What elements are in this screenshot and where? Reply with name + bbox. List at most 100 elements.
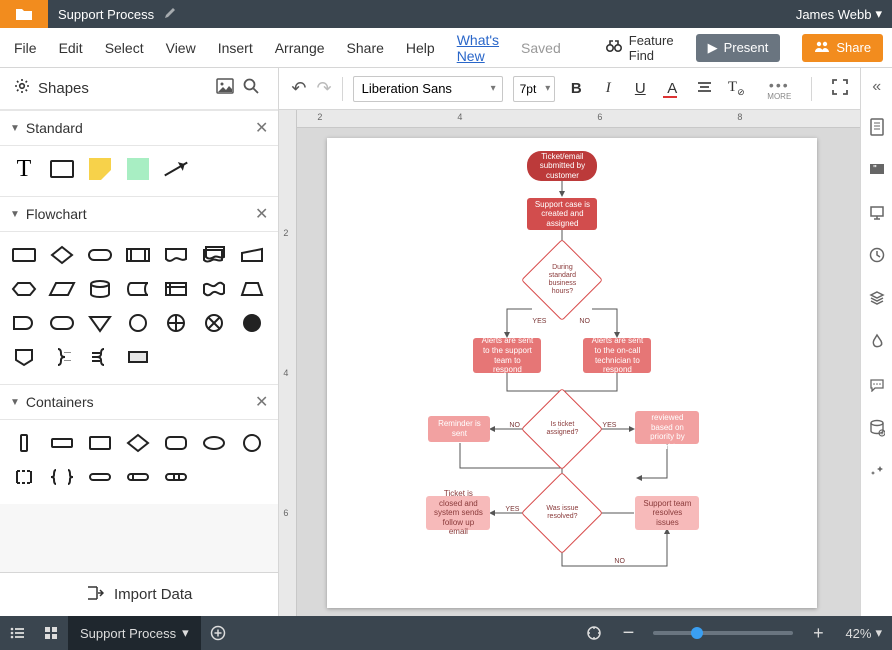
- image-icon[interactable]: [212, 78, 238, 99]
- zoom-in-button[interactable]: +: [801, 616, 835, 650]
- close-icon[interactable]: ✕: [255, 118, 268, 138]
- shape-data[interactable]: [46, 276, 78, 302]
- underline-button[interactable]: U: [629, 80, 651, 97]
- shape-stadium[interactable]: [46, 310, 78, 336]
- import-data-button[interactable]: Import Data: [0, 572, 278, 616]
- shape-cont-2[interactable]: [46, 430, 78, 456]
- redo-button[interactable]: ↷: [317, 78, 332, 99]
- align-button[interactable]: [693, 80, 715, 97]
- shape-d[interactable]: [8, 310, 40, 336]
- shape-circ-filled[interactable]: [236, 310, 268, 336]
- node-start[interactable]: Ticket/email submitted by customer: [527, 151, 597, 181]
- whats-new-link[interactable]: What's New: [457, 32, 499, 64]
- shape-block[interactable]: [122, 156, 154, 182]
- node-team-resolves[interactable]: Support team resolves issues: [635, 496, 699, 530]
- slides-panel-icon[interactable]: [869, 204, 885, 225]
- shape-cont-7[interactable]: [236, 430, 268, 456]
- italic-button[interactable]: I: [597, 80, 619, 97]
- paint-panel-icon[interactable]: [869, 333, 885, 356]
- app-folder-icon[interactable]: [0, 0, 48, 28]
- feature-find[interactable]: Feature Find: [605, 33, 674, 63]
- user-menu[interactable]: James Webb ▾: [796, 6, 892, 22]
- undo-button[interactable]: ↶: [291, 78, 306, 99]
- shape-multidoc[interactable]: [198, 242, 230, 268]
- more-button[interactable]: ••• MORE: [767, 77, 791, 101]
- node-create[interactable]: Support case is created and assigned: [527, 198, 597, 230]
- shape-cont-10[interactable]: [84, 464, 116, 490]
- text-color-button[interactable]: A: [661, 80, 683, 97]
- close-icon[interactable]: ✕: [255, 392, 268, 412]
- shape-cont-11[interactable]: [122, 464, 154, 490]
- font-size-select[interactable]: 7pt: [513, 76, 556, 102]
- shape-card[interactable]: [122, 344, 154, 370]
- shape-tape[interactable]: [198, 276, 230, 302]
- doc-panel-icon[interactable]: [869, 118, 885, 141]
- shape-arrow[interactable]: [160, 156, 192, 182]
- node-alerts-oncall[interactable]: Alerts are sent to the on-call technicia…: [583, 338, 651, 373]
- shape-cont-12[interactable]: [160, 464, 192, 490]
- share-button[interactable]: Share: [802, 34, 883, 62]
- node-review[interactable]: Ticket is reviewed based on priority by …: [635, 411, 699, 444]
- grid-view-button[interactable]: [34, 616, 68, 650]
- shape-note[interactable]: [84, 156, 116, 182]
- page[interactable]: Ticket/email submitted by customer Suppo…: [327, 138, 817, 608]
- menu-help[interactable]: Help: [406, 40, 435, 56]
- menu-edit[interactable]: Edit: [59, 40, 83, 56]
- zoom-thumb[interactable]: [691, 627, 703, 639]
- shape-cont-4[interactable]: [122, 430, 154, 456]
- shape-rectangle[interactable]: [46, 156, 78, 182]
- target-icon[interactable]: [577, 616, 611, 650]
- node-closed[interactable]: Ticket is closed and system sends follow…: [426, 496, 490, 530]
- menu-insert[interactable]: Insert: [218, 40, 253, 56]
- shape-tri-down[interactable]: [84, 310, 116, 336]
- shape-hamb[interactable]: [84, 344, 116, 370]
- list-view-button[interactable]: [0, 616, 34, 650]
- shape-cont-5[interactable]: [160, 430, 192, 456]
- collapse-dock-icon[interactable]: «: [872, 78, 881, 96]
- add-page-button[interactable]: [201, 616, 235, 650]
- canvas[interactable]: 2 4 6 8: [297, 110, 860, 616]
- shape-cont-1[interactable]: [8, 430, 40, 456]
- group-standard[interactable]: ▼ Standard ✕: [0, 110, 278, 146]
- shape-brace-r[interactable]: ——: [46, 344, 78, 370]
- node-alerts-team[interactable]: Alerts are sent to the support team to r…: [473, 338, 541, 373]
- menu-share[interactable]: Share: [347, 40, 384, 56]
- close-icon[interactable]: ✕: [255, 204, 268, 224]
- menu-select[interactable]: Select: [105, 40, 144, 56]
- data-panel-icon[interactable]: [869, 419, 885, 442]
- layers-panel-icon[interactable]: [869, 290, 885, 311]
- font-select[interactable]: Liberation Sans: [353, 76, 503, 102]
- shape-cont-6[interactable]: [198, 430, 230, 456]
- rename-icon[interactable]: [164, 7, 176, 22]
- zoom-out-button[interactable]: −: [611, 616, 645, 650]
- shape-circ-x[interactable]: [198, 310, 230, 336]
- shape-input[interactable]: [236, 242, 268, 268]
- menu-arrange[interactable]: Arrange: [275, 40, 325, 56]
- document-tab[interactable]: Support Process ▾: [68, 616, 201, 650]
- node-hours[interactable]: During standard business hours?: [533, 251, 591, 309]
- shape-circle[interactable]: [122, 310, 154, 336]
- shape-intstore[interactable]: [160, 276, 192, 302]
- node-reminder[interactable]: Reminder is sent: [428, 416, 490, 442]
- menu-file[interactable]: File: [14, 40, 37, 56]
- comment-panel-icon[interactable]: ": [869, 163, 885, 182]
- node-resolved[interactable]: Was issue resolved?: [533, 484, 591, 542]
- shape-offpage[interactable]: [8, 344, 40, 370]
- shape-storage[interactable]: [122, 276, 154, 302]
- search-icon[interactable]: [238, 77, 264, 100]
- zoom-value[interactable]: 42% ▾: [835, 625, 892, 641]
- shape-process[interactable]: [8, 242, 40, 268]
- present-button[interactable]: ▶ Present: [696, 34, 781, 62]
- shape-cont-3[interactable]: [84, 430, 116, 456]
- group-flowchart[interactable]: ▼ Flowchart ✕: [0, 196, 278, 232]
- zoom-slider[interactable]: [653, 631, 793, 635]
- shape-text[interactable]: T: [8, 156, 40, 182]
- group-containers[interactable]: ▼ Containers ✕: [0, 384, 278, 420]
- shape-db[interactable]: [84, 276, 116, 302]
- shape-predef[interactable]: [122, 242, 154, 268]
- menu-view[interactable]: View: [166, 40, 196, 56]
- magic-panel-icon[interactable]: [869, 464, 885, 485]
- bold-button[interactable]: B: [565, 80, 587, 97]
- shape-decision[interactable]: [46, 242, 78, 268]
- history-panel-icon[interactable]: [869, 247, 885, 268]
